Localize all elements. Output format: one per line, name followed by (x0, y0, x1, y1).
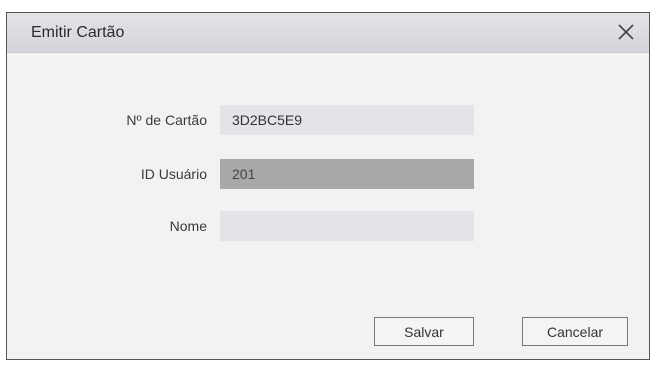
dialog-titlebar: Emitir Cartão (7, 13, 649, 53)
user-id-row: ID Usuário (7, 159, 649, 189)
name-field[interactable] (220, 211, 474, 241)
issue-card-dialog: Emitir Cartão Nº de Cartão ID Usuário No… (6, 12, 650, 360)
name-row: Nome (7, 211, 649, 241)
card-number-label: Nº de Cartão (126, 112, 207, 128)
save-button[interactable]: Salvar (374, 317, 474, 346)
name-label: Nome (169, 218, 207, 234)
card-number-field[interactable] (220, 105, 474, 135)
cancel-button[interactable]: Cancelar (522, 317, 628, 346)
user-id-label: ID Usuário (140, 166, 207, 182)
card-number-row: Nº de Cartão (7, 105, 649, 135)
user-id-field (220, 159, 474, 189)
dialog-title: Emitir Cartão (31, 24, 125, 41)
close-icon[interactable] (615, 21, 637, 43)
